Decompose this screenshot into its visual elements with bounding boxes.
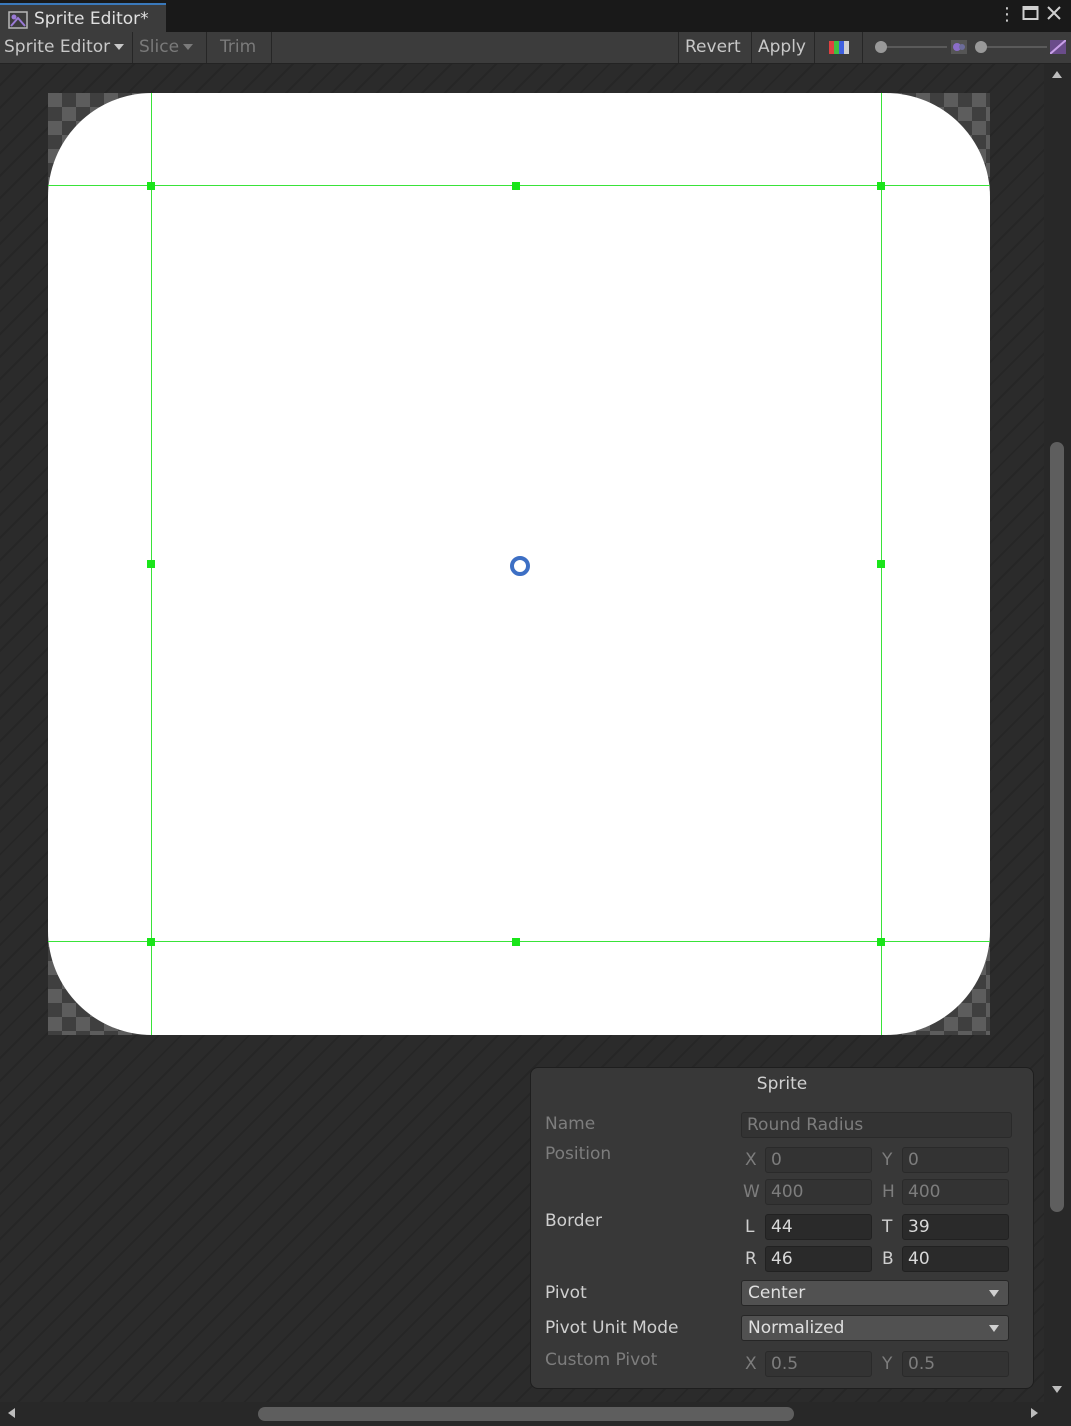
border-left-field[interactable]: 44 bbox=[765, 1214, 872, 1240]
rgb-icon bbox=[829, 41, 849, 54]
panel-title: Sprite bbox=[756, 1074, 808, 1094]
mode-label: Sprite Editor bbox=[4, 37, 111, 57]
name-field[interactable]: Round Radius bbox=[741, 1112, 1012, 1138]
custom-pivot-x-field[interactable]: 0.5 bbox=[765, 1351, 872, 1377]
border-label: Border bbox=[545, 1211, 602, 1231]
border-l-label: L bbox=[745, 1217, 755, 1237]
zoom-slider-knob[interactable] bbox=[875, 41, 887, 53]
pivot-value: Center bbox=[748, 1283, 806, 1303]
custom-pivot-y-label: Y bbox=[882, 1354, 893, 1374]
custom-pivot-y-field[interactable]: 0.5 bbox=[902, 1351, 1009, 1377]
zoom-slider-track[interactable] bbox=[877, 46, 947, 48]
border-handle-bottom[interactable] bbox=[512, 938, 520, 946]
pivot-label: Pivot bbox=[545, 1283, 587, 1303]
chevron-down-icon bbox=[114, 44, 125, 50]
vertical-scrollbar[interactable] bbox=[1044, 64, 1071, 1402]
border-right-field[interactable]: 46 bbox=[765, 1246, 872, 1272]
scroll-down-icon[interactable] bbox=[1052, 1386, 1062, 1393]
mode-dropdown[interactable]: Sprite Editor bbox=[0, 32, 133, 63]
border-handle-bottom-left[interactable] bbox=[147, 938, 155, 946]
slice-dropdown[interactable]: Slice bbox=[133, 32, 207, 63]
border-b-label: B bbox=[882, 1249, 894, 1269]
border-handle-right[interactable] bbox=[877, 560, 885, 568]
mip-level-icon bbox=[1050, 40, 1066, 54]
mip-icon bbox=[951, 40, 967, 54]
position-h-label: H bbox=[882, 1182, 895, 1202]
position-w-label: W bbox=[743, 1182, 760, 1202]
sprite-texture[interactable] bbox=[48, 93, 990, 1035]
position-y-label: Y bbox=[882, 1150, 893, 1170]
sprite-canvas[interactable]: Sprite Name Round Radius Position X 0 Y … bbox=[0, 64, 1044, 1402]
border-handle-top-right[interactable] bbox=[877, 182, 885, 190]
custom-pivot-label: Custom Pivot bbox=[545, 1350, 658, 1370]
slice-label: Slice bbox=[139, 37, 180, 57]
name-label: Name bbox=[545, 1114, 596, 1134]
apply-button[interactable]: Apply bbox=[752, 32, 815, 63]
border-handle-left[interactable] bbox=[147, 560, 155, 568]
position-x-field[interactable]: 0 bbox=[765, 1147, 872, 1173]
scroll-up-icon[interactable] bbox=[1052, 71, 1062, 78]
tab-title: Sprite Editor* bbox=[34, 9, 149, 29]
position-w-field[interactable]: 400 bbox=[765, 1179, 872, 1205]
position-h-field[interactable]: 400 bbox=[902, 1179, 1009, 1205]
title-bar: Sprite Editor* ⋮ bbox=[0, 0, 1071, 32]
more-options-icon[interactable]: ⋮ bbox=[998, 5, 1016, 25]
revert-button[interactable]: Revert bbox=[679, 32, 752, 63]
toolbar-spacer bbox=[272, 32, 679, 63]
sprite-properties-panel: Sprite Name Round Radius Position X 0 Y … bbox=[530, 1067, 1034, 1389]
pivot-dropdown[interactable]: Center bbox=[741, 1280, 1009, 1306]
pivot-handle[interactable] bbox=[510, 556, 530, 576]
border-handle-bottom-right[interactable] bbox=[877, 938, 885, 946]
tab-sprite-editor[interactable]: Sprite Editor* bbox=[0, 3, 166, 32]
chevron-down-icon bbox=[989, 1325, 999, 1332]
custom-pivot-x-label: X bbox=[745, 1354, 757, 1374]
border-handle-top-left[interactable] bbox=[147, 182, 155, 190]
position-label: Position bbox=[545, 1144, 612, 1164]
vertical-scroll-thumb[interactable] bbox=[1050, 442, 1064, 1212]
pivot-unit-mode-dropdown[interactable]: Normalized bbox=[741, 1315, 1009, 1341]
pivot-unit-mode-label: Pivot Unit Mode bbox=[545, 1318, 679, 1338]
border-t-label: T bbox=[882, 1217, 893, 1237]
border-handle-top[interactable] bbox=[512, 182, 520, 190]
chevron-down-icon bbox=[989, 1290, 999, 1297]
chevron-down-icon bbox=[183, 44, 194, 50]
horizontal-scroll-thumb[interactable] bbox=[258, 1407, 794, 1421]
toolbar: Sprite Editor Slice Trim Revert Apply bbox=[0, 32, 1071, 64]
mip-slider-track[interactable] bbox=[977, 46, 1047, 48]
border-top-field[interactable]: 39 bbox=[902, 1214, 1009, 1240]
trim-button[interactable]: Trim bbox=[207, 32, 272, 63]
revert-label: Revert bbox=[685, 37, 741, 57]
border-bottom-field[interactable]: 40 bbox=[902, 1246, 1009, 1272]
mip-slider-knob[interactable] bbox=[975, 41, 987, 53]
pivot-unit-mode-value: Normalized bbox=[748, 1318, 845, 1338]
scroll-right-icon[interactable] bbox=[1031, 1408, 1038, 1418]
close-icon[interactable] bbox=[1046, 5, 1062, 26]
color-channel-toggle[interactable] bbox=[815, 32, 863, 63]
position-x-label: X bbox=[745, 1150, 757, 1170]
position-y-field[interactable]: 0 bbox=[902, 1147, 1009, 1173]
apply-label: Apply bbox=[758, 37, 806, 57]
sprite-editor-icon bbox=[8, 11, 28, 29]
horizontal-scrollbar[interactable] bbox=[0, 1402, 1044, 1426]
trim-label: Trim bbox=[220, 37, 257, 57]
maximize-icon[interactable] bbox=[1022, 5, 1040, 26]
scroll-left-icon[interactable] bbox=[8, 1408, 15, 1418]
border-r-label: R bbox=[745, 1249, 757, 1269]
